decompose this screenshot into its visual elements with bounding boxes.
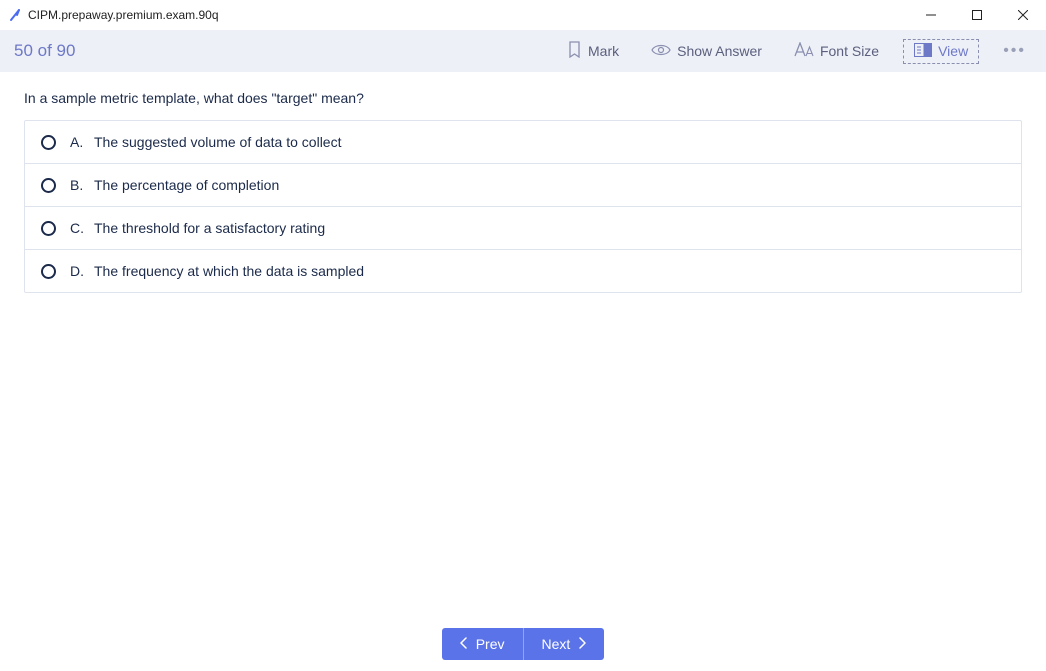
app-logo-icon: [8, 8, 22, 22]
toolbar: 50 of 90 Mark Show Answer Font Size View…: [0, 30, 1046, 72]
eye-icon: [651, 43, 671, 60]
question-text: In a sample metric template, what does "…: [24, 90, 1022, 106]
view-button[interactable]: View: [903, 39, 979, 64]
layout-icon: [914, 43, 932, 60]
view-label: View: [938, 43, 968, 59]
maximize-button[interactable]: [954, 0, 1000, 30]
option-a[interactable]: A. The suggested volume of data to colle…: [25, 121, 1021, 163]
font-size-label: Font Size: [820, 43, 879, 59]
option-text: The percentage of completion: [94, 177, 279, 193]
option-letter: C.: [70, 220, 84, 236]
option-text: The threshold for a satisfactory rating: [94, 220, 325, 236]
option-letter: D.: [70, 263, 84, 279]
bookmark-icon: [567, 41, 582, 61]
option-text: The frequency at which the data is sampl…: [94, 263, 364, 279]
minimize-button[interactable]: [908, 0, 954, 30]
radio-icon: [41, 135, 56, 150]
ellipsis-icon: •••: [1003, 42, 1026, 59]
window-controls: [908, 0, 1046, 30]
option-d[interactable]: D. The frequency at which the data is sa…: [25, 249, 1021, 292]
radio-icon: [41, 264, 56, 279]
more-button[interactable]: •••: [997, 38, 1032, 64]
footer: Prev Next: [0, 615, 1046, 671]
prev-button[interactable]: Prev: [442, 628, 524, 660]
option-c[interactable]: C. The threshold for a satisfactory rati…: [25, 206, 1021, 249]
option-letter: B.: [70, 177, 84, 193]
mark-label: Mark: [588, 43, 619, 59]
mark-button[interactable]: Mark: [559, 37, 627, 65]
show-answer-label: Show Answer: [677, 43, 762, 59]
content-area: In a sample metric template, what does "…: [0, 72, 1046, 615]
titlebar: CIPM.prepaway.premium.exam.90q: [0, 0, 1046, 30]
option-b[interactable]: B. The percentage of completion: [25, 163, 1021, 206]
close-button[interactable]: [1000, 0, 1046, 30]
chevron-left-icon: [460, 636, 468, 652]
nav-button-group: Prev Next: [442, 628, 605, 660]
options-list: A. The suggested volume of data to colle…: [24, 120, 1022, 293]
radio-icon: [41, 178, 56, 193]
window-title: CIPM.prepaway.premium.exam.90q: [28, 8, 219, 22]
radio-icon: [41, 221, 56, 236]
font-size-icon: [794, 42, 814, 60]
next-label: Next: [542, 636, 571, 652]
option-text: The suggested volume of data to collect: [94, 134, 341, 150]
option-letter: A.: [70, 134, 84, 150]
prev-label: Prev: [476, 636, 505, 652]
progress-indicator: 50 of 90: [14, 41, 75, 61]
next-button[interactable]: Next: [524, 628, 605, 660]
font-size-button[interactable]: Font Size: [786, 38, 887, 64]
chevron-right-icon: [578, 636, 586, 652]
show-answer-button[interactable]: Show Answer: [643, 39, 770, 64]
